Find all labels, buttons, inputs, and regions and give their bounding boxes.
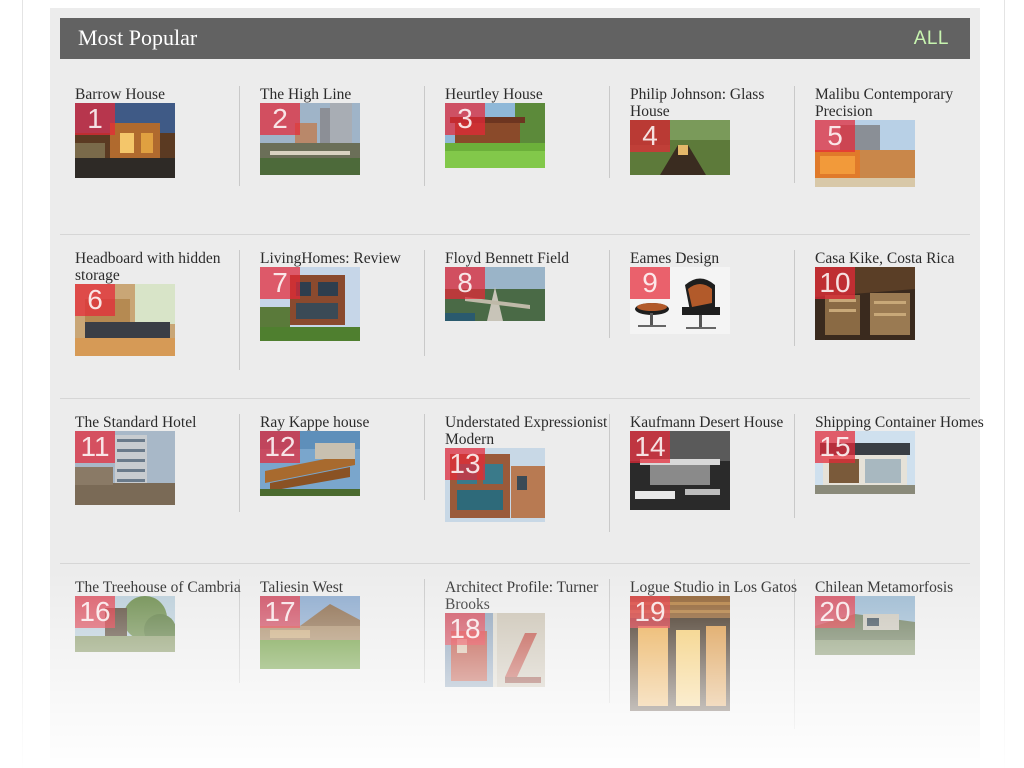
all-link[interactable]: ALL bbox=[914, 27, 949, 51]
popular-item[interactable]: LivingHomes: Review 7 bbox=[260, 250, 430, 341]
item-thumbnail[interactable]: 4 bbox=[630, 120, 730, 175]
item-title-link[interactable]: Architect Profile: Turner Brooks bbox=[445, 579, 615, 613]
popular-item[interactable]: Headboard with hidden storage 6 bbox=[75, 250, 245, 356]
grid-row-2: Headboard with hidden storage 6 LivingHo… bbox=[60, 234, 985, 398]
item-title-link[interactable]: LivingHomes: Review bbox=[260, 250, 430, 267]
item-thumbnail[interactable]: 17 bbox=[260, 596, 360, 669]
grid-row-1: Barrow House 1 The High Line 2 Heurtley … bbox=[60, 70, 985, 234]
row-divider bbox=[60, 398, 970, 399]
item-title-link[interactable]: Understated Expressionist Modern bbox=[445, 414, 615, 448]
item-thumbnail[interactable]: 9 bbox=[630, 267, 730, 334]
item-thumbnail[interactable]: 16 bbox=[75, 596, 175, 652]
item-thumbnail[interactable]: 1 bbox=[75, 103, 175, 178]
rank-badge: 18 bbox=[445, 613, 485, 645]
popular-grid: Barrow House 1 The High Line 2 Heurtley … bbox=[60, 70, 985, 763]
item-title-link[interactable]: Barrow House bbox=[75, 86, 245, 103]
rank-badge: 7 bbox=[260, 267, 300, 299]
grid-row-3: The Standard Hotel 11 Ray Kappe house 12… bbox=[60, 398, 985, 563]
item-thumbnail[interactable]: 3 bbox=[445, 103, 545, 168]
rank-badge: 19 bbox=[630, 596, 670, 628]
item-thumbnail[interactable]: 19 bbox=[630, 596, 730, 711]
panel-header: Most Popular ALL bbox=[60, 18, 970, 59]
popular-item[interactable]: Malibu Contemporary Precision 5 bbox=[815, 86, 985, 187]
popular-item[interactable]: Eames Design 9 bbox=[630, 250, 800, 334]
item-title-link[interactable]: Shipping Container Homes bbox=[815, 414, 985, 431]
row-divider bbox=[60, 234, 970, 235]
item-thumbnail[interactable]: 8 bbox=[445, 267, 545, 321]
item-title-link[interactable]: The High Line bbox=[260, 86, 430, 103]
item-thumbnail[interactable]: 6 bbox=[75, 284, 175, 356]
popular-item[interactable]: The Treehouse of Cambria 16 bbox=[75, 579, 245, 652]
popular-item[interactable]: Barrow House 1 bbox=[75, 86, 245, 178]
rank-badge: 15 bbox=[815, 431, 855, 463]
popular-item[interactable]: The Standard Hotel 11 bbox=[75, 414, 245, 505]
popular-item[interactable]: Chilean Metamorfosis 20 bbox=[815, 579, 985, 655]
item-thumbnail[interactable]: 13 bbox=[445, 448, 545, 522]
popular-item[interactable]: The High Line 2 bbox=[260, 86, 430, 175]
item-title-link[interactable]: Malibu Contemporary Precision bbox=[815, 86, 985, 120]
rank-badge: 1 bbox=[75, 103, 115, 135]
item-thumbnail[interactable]: 11 bbox=[75, 431, 175, 505]
item-title-link[interactable]: Headboard with hidden storage bbox=[75, 250, 245, 284]
popular-item[interactable]: Philip Johnson: Glass House 4 bbox=[630, 86, 800, 175]
rank-badge: 3 bbox=[445, 103, 485, 135]
rank-badge: 16 bbox=[75, 596, 115, 628]
rank-badge: 9 bbox=[630, 267, 670, 299]
item-thumbnail[interactable]: 7 bbox=[260, 267, 360, 341]
popular-item[interactable]: Logue Studio in Los Gatos 19 bbox=[630, 579, 800, 711]
item-thumbnail[interactable]: 15 bbox=[815, 431, 915, 494]
item-title-link[interactable]: Philip Johnson: Glass House bbox=[630, 86, 800, 120]
rank-badge: 11 bbox=[75, 431, 115, 463]
item-thumbnail[interactable]: 14 bbox=[630, 431, 730, 510]
item-title-link[interactable]: Floyd Bennett Field bbox=[445, 250, 615, 267]
item-title-link[interactable]: Ray Kappe house bbox=[260, 414, 430, 431]
panel-title: Most Popular bbox=[78, 25, 198, 50]
popular-item[interactable]: Heurtley House 3 bbox=[445, 86, 615, 168]
popular-item[interactable]: Understated Expressionist Modern 13 bbox=[445, 414, 615, 522]
item-thumbnail[interactable]: 12 bbox=[260, 431, 360, 496]
rank-badge: 4 bbox=[630, 120, 670, 152]
rank-badge: 14 bbox=[630, 431, 670, 463]
item-title-link[interactable]: Chilean Metamorfosis bbox=[815, 579, 985, 596]
item-title-link[interactable]: Casa Kike, Costa Rica bbox=[815, 250, 985, 267]
item-title-link[interactable]: The Treehouse of Cambria bbox=[75, 579, 245, 596]
item-thumbnail[interactable]: 2 bbox=[260, 103, 360, 175]
rank-badge: 5 bbox=[815, 120, 855, 152]
popular-item[interactable]: Floyd Bennett Field 8 bbox=[445, 250, 615, 321]
item-title-link[interactable]: Heurtley House bbox=[445, 86, 615, 103]
row-divider bbox=[60, 563, 970, 564]
popular-item[interactable]: Taliesin West 17 bbox=[260, 579, 430, 669]
rank-badge: 10 bbox=[815, 267, 855, 299]
item-title-link[interactable]: Taliesin West bbox=[260, 579, 430, 596]
rank-badge: 20 bbox=[815, 596, 855, 628]
popular-item[interactable]: Shipping Container Homes 15 bbox=[815, 414, 985, 494]
item-title-link[interactable]: Eames Design bbox=[630, 250, 800, 267]
rank-badge: 8 bbox=[445, 267, 485, 299]
item-title-link[interactable]: Logue Studio in Los Gatos bbox=[630, 579, 800, 596]
rank-badge: 17 bbox=[260, 596, 300, 628]
rank-badge: 6 bbox=[75, 284, 115, 316]
rank-badge: 2 bbox=[260, 103, 300, 135]
grid-row-4: The Treehouse of Cambria 16 Taliesin Wes… bbox=[60, 563, 985, 763]
popular-item[interactable]: Casa Kike, Costa Rica 10 bbox=[815, 250, 985, 340]
rank-badge: 13 bbox=[445, 448, 485, 480]
item-thumbnail[interactable]: 10 bbox=[815, 267, 915, 340]
item-thumbnail[interactable]: 18 bbox=[445, 613, 545, 687]
popular-item[interactable]: Ray Kappe house 12 bbox=[260, 414, 430, 496]
item-thumbnail[interactable]: 20 bbox=[815, 596, 915, 655]
item-title-link[interactable]: The Standard Hotel bbox=[75, 414, 245, 431]
item-thumbnail[interactable]: 5 bbox=[815, 120, 915, 187]
popular-item[interactable]: Architect Profile: Turner Brooks 18 bbox=[445, 579, 615, 687]
rank-badge: 12 bbox=[260, 431, 300, 463]
popular-item[interactable]: Kaufmann Desert House 14 bbox=[630, 414, 800, 510]
item-title-link[interactable]: Kaufmann Desert House bbox=[630, 414, 800, 431]
